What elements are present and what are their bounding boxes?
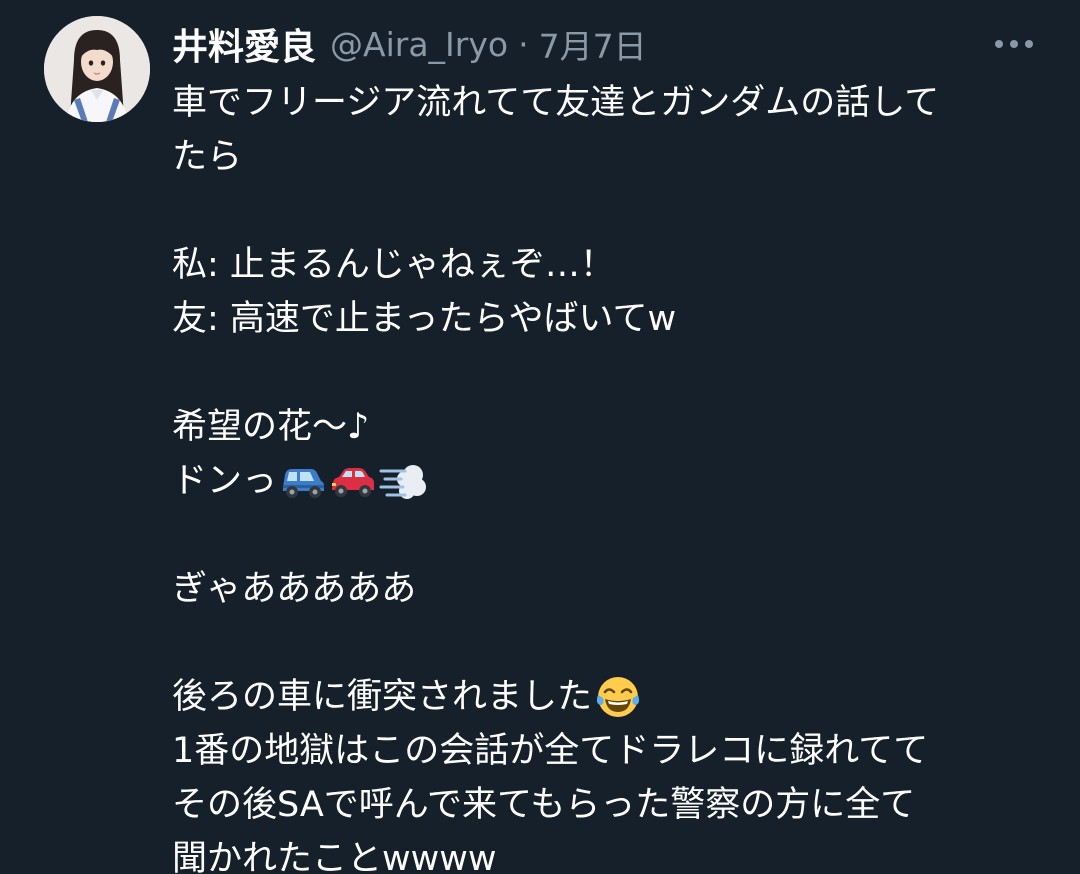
tweet-line: その後SAで呼んで来てもらった警察の方に全て: [172, 785, 916, 825]
tweet-line-text: ドンっ: [172, 461, 278, 501]
tweet-line: 希望の花〜♪: [172, 407, 370, 447]
more-horizontal-icon: [995, 40, 1033, 48]
tweet-line: 友: 高速で止まったらやばいてw: [172, 299, 677, 339]
tweet-line: 聞かれたことwwww: [172, 839, 497, 874]
tweet-line: たら: [172, 137, 243, 177]
more-options-button[interactable]: [984, 20, 1044, 68]
display-name[interactable]: 井料愛良: [172, 18, 316, 70]
separator-dot: ·: [518, 24, 529, 64]
avatar[interactable]: [44, 16, 150, 122]
tweet-line: ぎゃあああああ: [172, 569, 417, 609]
blue-suv-emoji-icon: [279, 457, 327, 505]
avatar-photo-icon: [44, 16, 150, 122]
tweet[interactable]: 井料愛良 @Aira_Iryo · 7月7日 車でフリージア流れてて友達とガンダ…: [0, 0, 1080, 874]
tweet-date[interactable]: 7月7日: [539, 20, 647, 68]
tears-of-joy-emoji-icon: [594, 673, 642, 721]
tweet-line-emoji: 後ろの車に衝突されました: [172, 670, 1052, 724]
tweet-line: 1番の地獄はこの会話が全てドラレコに録れてて: [172, 731, 929, 771]
tweet-line: 車でフリージア流れてて友達とガンダムの話して: [172, 83, 940, 123]
tweet-line-emoji: ドンっ: [172, 454, 1052, 508]
user-handle[interactable]: @Aira_Iryo: [330, 25, 508, 64]
tweet-line: 私: 止まるんじゃねぇぞ…！: [172, 245, 615, 285]
tweet-line-text: 後ろの車に衝突されました: [172, 677, 593, 717]
tweet-text: 車でフリージア流れてて友達とガンダムの話して たら 私: 止まるんじゃねぇぞ…！…: [172, 76, 1052, 874]
tweet-header: 井料愛良 @Aira_Iryo · 7月7日: [172, 14, 647, 74]
dash-emoji-icon: [379, 457, 427, 505]
red-car-emoji-icon: [329, 457, 377, 505]
